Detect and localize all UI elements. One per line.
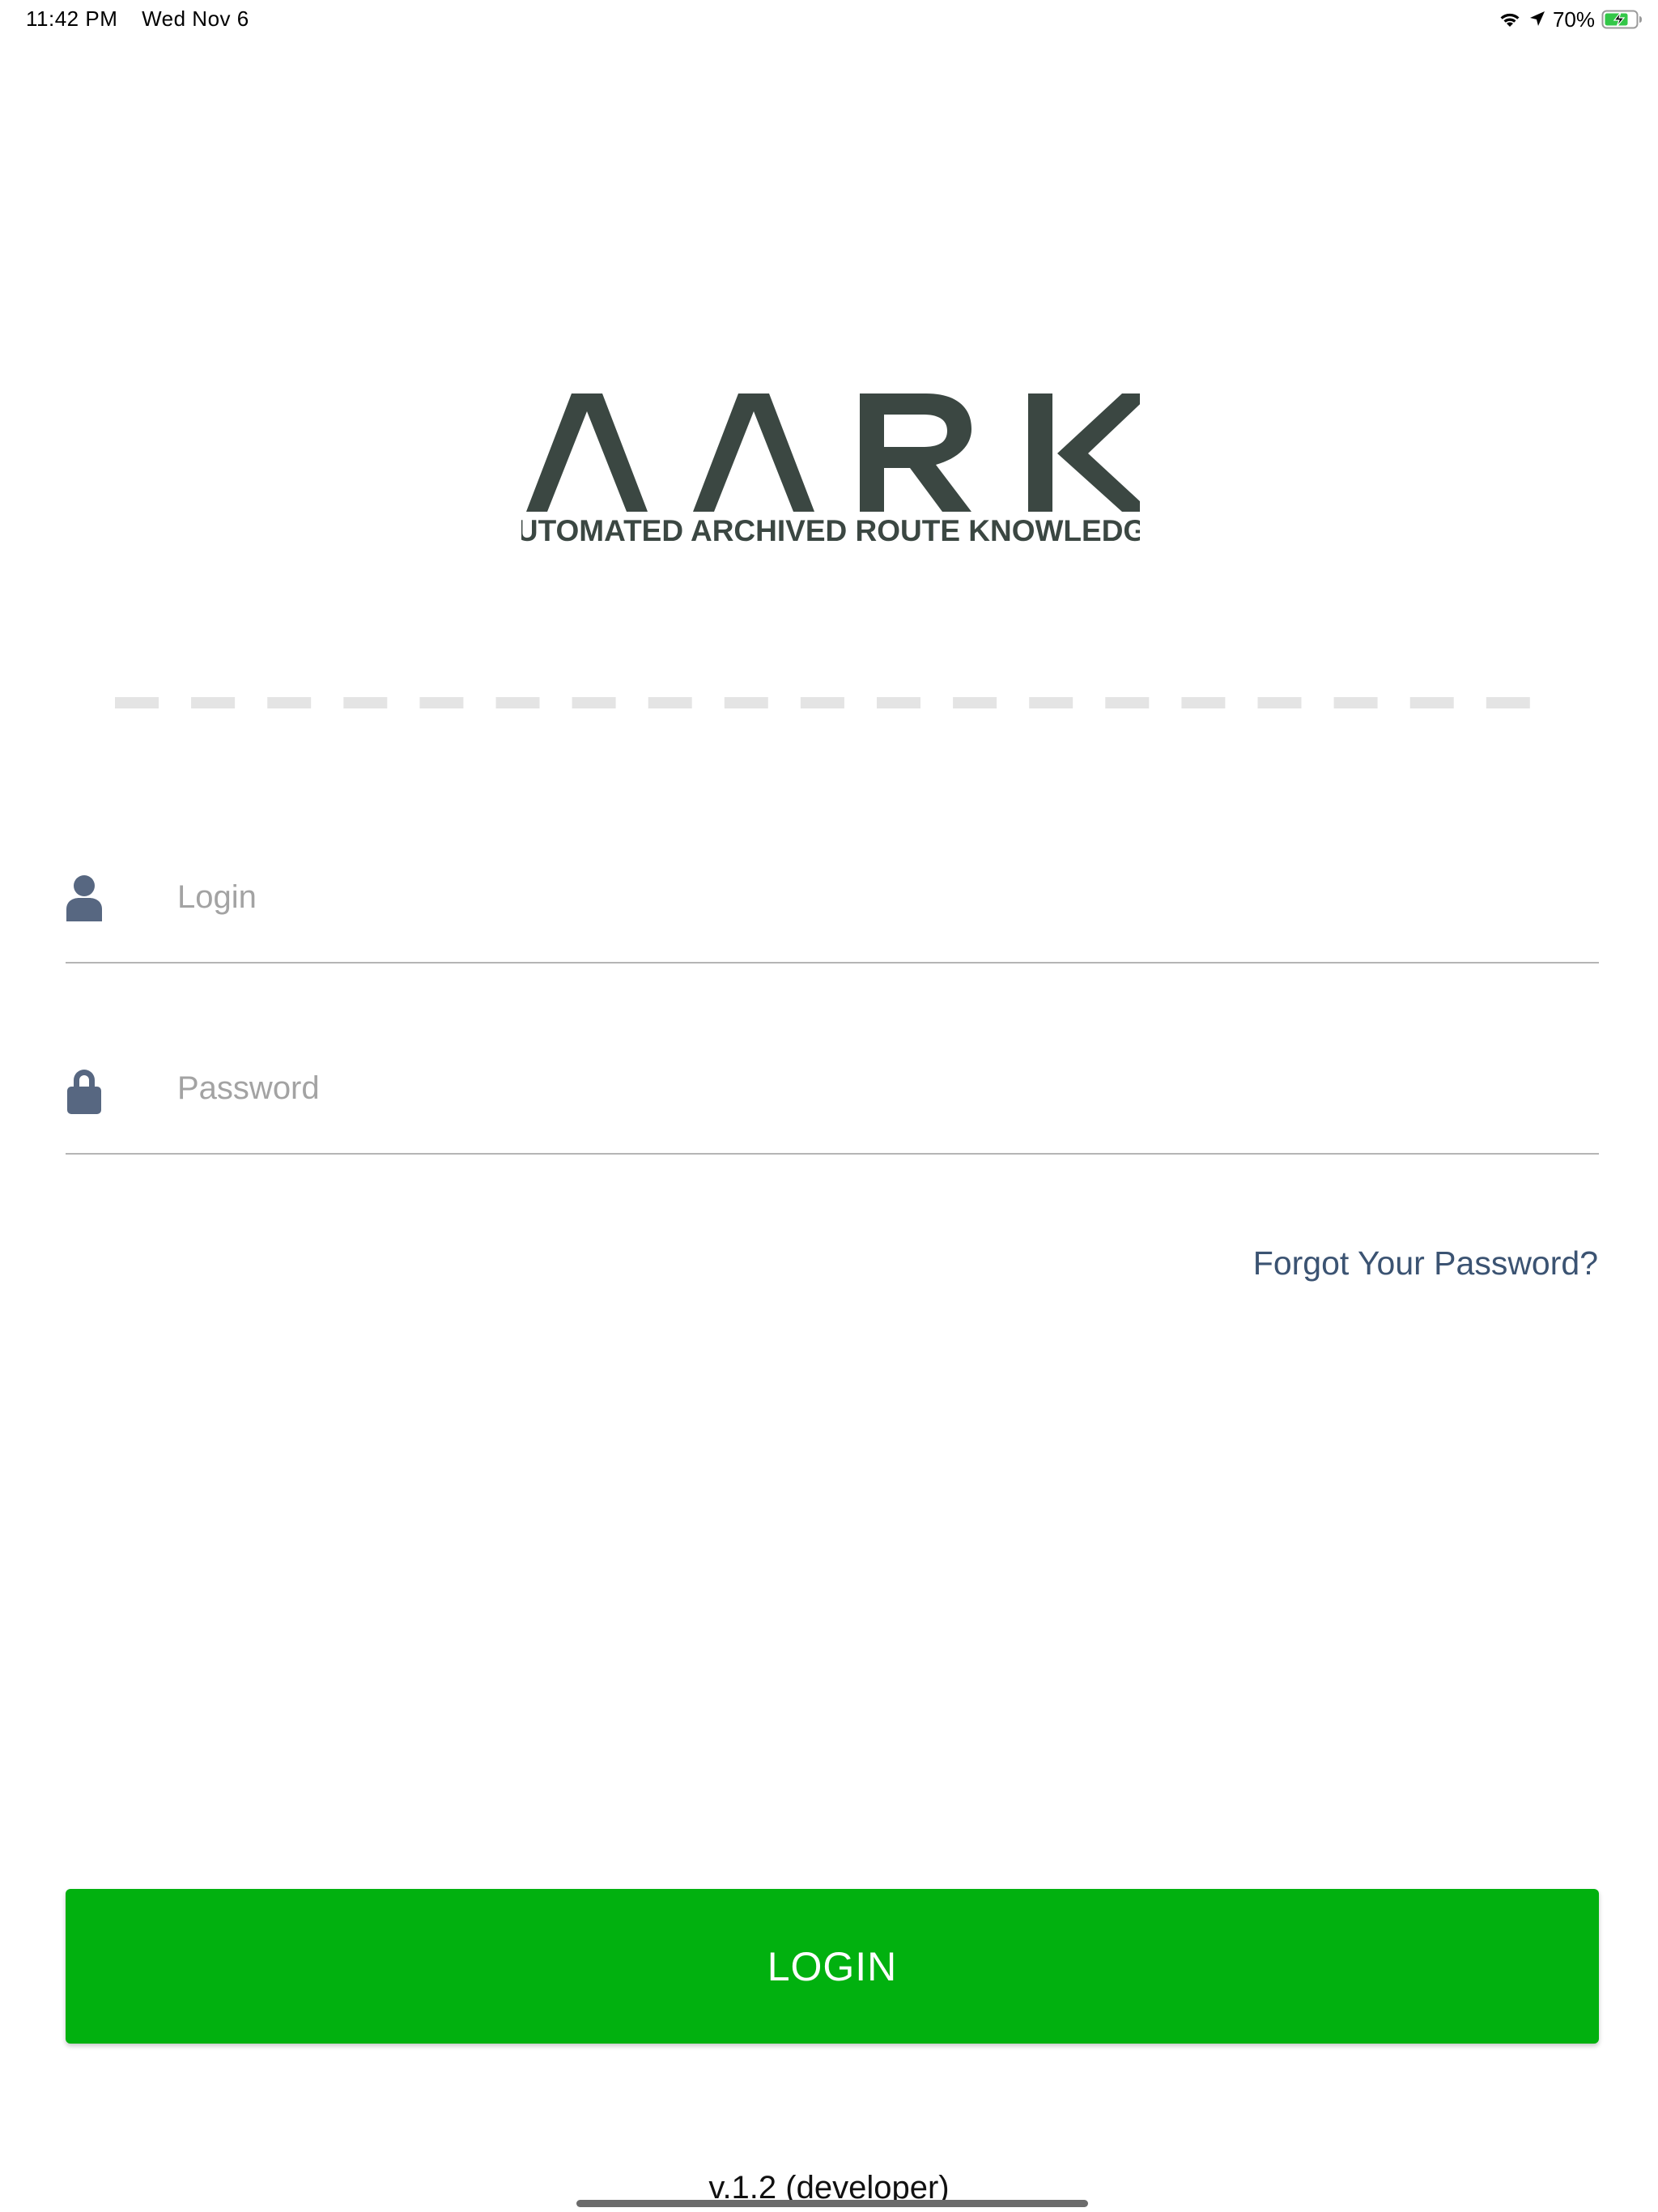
- home-indicator[interactable]: [576, 2200, 1088, 2207]
- login-field[interactable]: [66, 865, 1599, 963]
- loader-segment: [1105, 697, 1150, 708]
- loader-segment: [800, 697, 844, 708]
- loader-segment: [1409, 697, 1454, 708]
- loading-indicator: [115, 696, 1537, 709]
- password-input[interactable]: [177, 1064, 1554, 1112]
- loader-segment: [267, 697, 312, 708]
- loader-segment: [419, 697, 464, 708]
- loader-segment: [343, 697, 388, 708]
- loader-segment: [1181, 697, 1226, 708]
- login-button[interactable]: LOGIN: [66, 1889, 1599, 2044]
- battery-charging-icon: [1601, 9, 1643, 30]
- loader-segment: [877, 697, 920, 708]
- forgot-password-link[interactable]: Forgot Your Password?: [1253, 1244, 1598, 1283]
- lock-icon: [66, 1067, 103, 1114]
- status-time: 11:42 PM: [26, 6, 118, 31]
- status-bar: 11:42 PM Wed Nov 6 70%: [0, 0, 1658, 39]
- loader-segment: [115, 697, 159, 708]
- location-arrow-icon: [1528, 10, 1546, 29]
- status-date: Wed Nov 6: [142, 6, 249, 31]
- loader-segment: [572, 697, 616, 708]
- loader-segment: [495, 697, 540, 708]
- loader-segment: [1333, 697, 1378, 708]
- password-field[interactable]: [66, 1056, 1599, 1155]
- logo-wordmark: [526, 393, 1140, 512]
- loader-segment: [724, 697, 768, 708]
- loader-segment: [953, 697, 997, 708]
- logo-tagline: AUTOMATED ARCHIVED ROUTE KNOWLEDGE: [521, 514, 1140, 547]
- aark-logo: AUTOMATED ARCHIVED ROUTE KNOWLEDGE: [521, 393, 1140, 547]
- loader-segment: [1029, 697, 1073, 708]
- wifi-icon: [1498, 10, 1522, 29]
- battery-percent: 70%: [1552, 6, 1595, 32]
- user-icon: [66, 874, 103, 921]
- loader-segment: [1257, 697, 1302, 708]
- loader-segment: [191, 697, 236, 708]
- login-input[interactable]: [177, 873, 1554, 921]
- status-time-date: 11:42 PM Wed Nov 6: [26, 6, 249, 32]
- loader-segment: [1486, 697, 1530, 708]
- loader-segment: [648, 697, 692, 708]
- status-indicators: 70%: [1498, 5, 1643, 34]
